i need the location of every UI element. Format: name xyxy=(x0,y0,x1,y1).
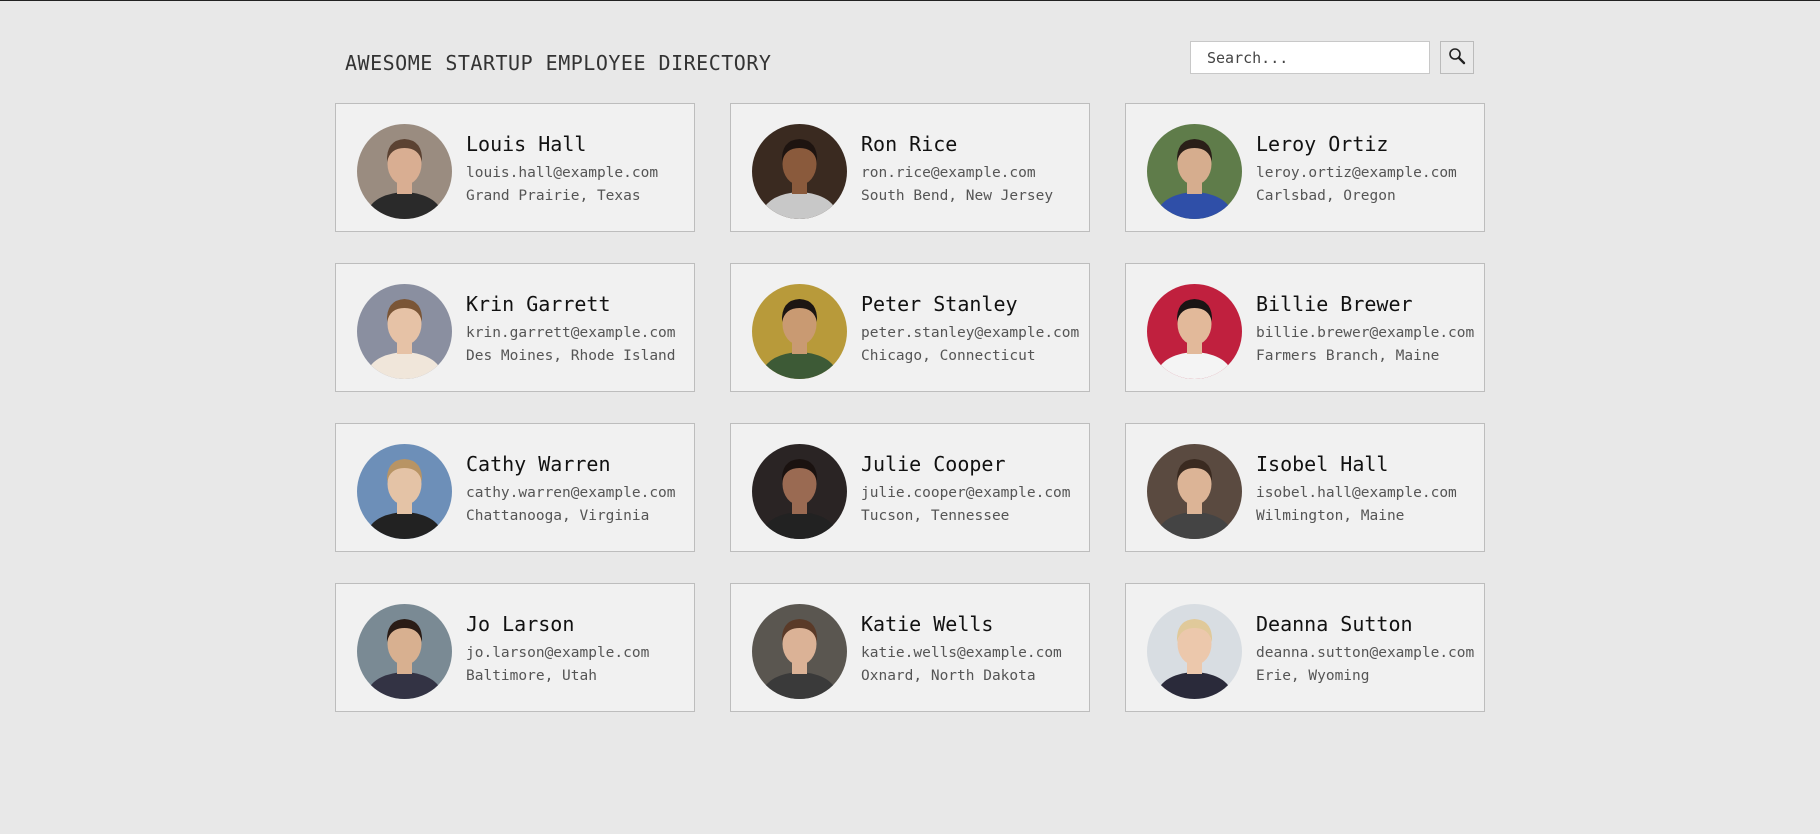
employee-info: Ron Rice ron.rice@example.com South Bend… xyxy=(861,132,1053,208)
employee-location: Grand Prairie, Texas xyxy=(466,188,641,204)
employee-name: Katie Wells xyxy=(861,612,994,636)
employee-card[interactable]: Deanna Sutton deanna.sutton@example.com … xyxy=(1125,583,1485,712)
employee-info: Leroy Ortiz leroy.ortiz@example.com Carl… xyxy=(1256,132,1457,208)
employee-card[interactable]: Leroy Ortiz leroy.ortiz@example.com Carl… xyxy=(1125,103,1485,232)
employee-location: South Bend, New Jersey xyxy=(861,188,1054,204)
employee-card[interactable]: Cathy Warren cathy.warren@example.com Ch… xyxy=(335,423,695,552)
employee-card[interactable]: Billie Brewer billie.brewer@example.com … xyxy=(1125,263,1485,392)
employee-location: Chicago, Connecticut xyxy=(861,348,1036,364)
employee-info: Jo Larson jo.larson@example.com Baltimor… xyxy=(466,612,649,688)
employee-info: Peter Stanley peter.stanley@example.com … xyxy=(861,292,1079,368)
employee-name: Isobel Hall xyxy=(1256,452,1389,476)
employee-card[interactable]: Isobel Hall isobel.hall@example.com Wilm… xyxy=(1125,423,1485,552)
employee-email: isobel.hall@example.com xyxy=(1256,485,1457,501)
employee-email: jo.larson@example.com xyxy=(466,645,650,661)
avatar xyxy=(1147,284,1242,379)
employee-info: Isobel Hall isobel.hall@example.com Wilm… xyxy=(1256,452,1457,528)
employee-email: krin.garrett@example.com xyxy=(466,325,676,341)
search-form xyxy=(1190,41,1474,74)
avatar xyxy=(357,604,452,699)
employee-email: leroy.ortiz@example.com xyxy=(1256,165,1457,181)
employee-name: Leroy Ortiz xyxy=(1256,132,1389,156)
search-icon xyxy=(1448,47,1466,68)
employee-location: Baltimore, Utah xyxy=(466,668,597,684)
employee-location: Tucson, Tennessee xyxy=(861,508,1010,524)
employee-location: Carlsbad, Oregon xyxy=(1256,188,1396,204)
employee-email: cathy.warren@example.com xyxy=(466,485,676,501)
employee-email: billie.brewer@example.com xyxy=(1256,325,1475,341)
avatar xyxy=(357,284,452,379)
employee-location: Wilmington, Maine xyxy=(1256,508,1405,524)
avatar xyxy=(1147,124,1242,219)
employee-info: Julie Cooper julie.cooper@example.com Tu… xyxy=(861,452,1071,528)
employee-email: katie.wells@example.com xyxy=(861,645,1062,661)
employee-name: Krin Garrett xyxy=(466,292,611,316)
employee-email: deanna.sutton@example.com xyxy=(1256,645,1475,661)
employee-info: Billie Brewer billie.brewer@example.com … xyxy=(1256,292,1474,368)
employee-name: Jo Larson xyxy=(466,612,575,636)
employee-email: ron.rice@example.com xyxy=(861,165,1036,181)
search-input[interactable] xyxy=(1190,41,1430,74)
employee-info: Louis Hall louis.hall@example.com Grand … xyxy=(466,132,658,208)
employee-email: julie.cooper@example.com xyxy=(861,485,1071,501)
employee-card[interactable]: Louis Hall louis.hall@example.com Grand … xyxy=(335,103,695,232)
employee-info: Katie Wells katie.wells@example.com Oxna… xyxy=(861,612,1062,688)
employee-info: Deanna Sutton deanna.sutton@example.com … xyxy=(1256,612,1474,688)
header: AWESOME STARTUP EMPLOYEE DIRECTORY xyxy=(335,41,1485,81)
employee-location: Erie, Wyoming xyxy=(1256,668,1370,684)
avatar xyxy=(1147,604,1242,699)
employee-info: Cathy Warren cathy.warren@example.com Ch… xyxy=(466,452,676,528)
employee-name: Peter Stanley xyxy=(861,292,1018,316)
employee-name: Julie Cooper xyxy=(861,452,1006,476)
avatar xyxy=(1147,444,1242,539)
avatar xyxy=(752,444,847,539)
employee-card[interactable]: Peter Stanley peter.stanley@example.com … xyxy=(730,263,1090,392)
employee-email: peter.stanley@example.com xyxy=(861,325,1080,341)
employee-email: louis.hall@example.com xyxy=(466,165,659,181)
employee-name: Louis Hall xyxy=(466,132,587,156)
page-title: AWESOME STARTUP EMPLOYEE DIRECTORY xyxy=(345,51,772,75)
employee-grid: Louis Hall louis.hall@example.com Grand … xyxy=(335,103,1485,712)
avatar xyxy=(752,284,847,379)
employee-location: Farmers Branch, Maine xyxy=(1256,348,1440,364)
search-button[interactable] xyxy=(1440,41,1474,74)
employee-card[interactable]: Ron Rice ron.rice@example.com South Bend… xyxy=(730,103,1090,232)
employee-info: Krin Garrett krin.garrett@example.com De… xyxy=(466,292,676,368)
employee-card[interactable]: Katie Wells katie.wells@example.com Oxna… xyxy=(730,583,1090,712)
avatar xyxy=(752,604,847,699)
employee-location: Chattanooga, Virginia xyxy=(466,508,650,524)
avatar xyxy=(357,444,452,539)
avatar xyxy=(357,124,452,219)
employee-name: Billie Brewer xyxy=(1256,292,1413,316)
employee-card[interactable]: Jo Larson jo.larson@example.com Baltimor… xyxy=(335,583,695,712)
employee-location: Des Moines, Rhode Island xyxy=(466,348,676,364)
employee-name: Ron Rice xyxy=(861,132,958,156)
employee-location: Oxnard, North Dakota xyxy=(861,668,1036,684)
employee-card[interactable]: Julie Cooper julie.cooper@example.com Tu… xyxy=(730,423,1090,552)
avatar xyxy=(752,124,847,219)
employee-name: Cathy Warren xyxy=(466,452,611,476)
employee-name: Deanna Sutton xyxy=(1256,612,1413,636)
employee-card[interactable]: Krin Garrett krin.garrett@example.com De… xyxy=(335,263,695,392)
